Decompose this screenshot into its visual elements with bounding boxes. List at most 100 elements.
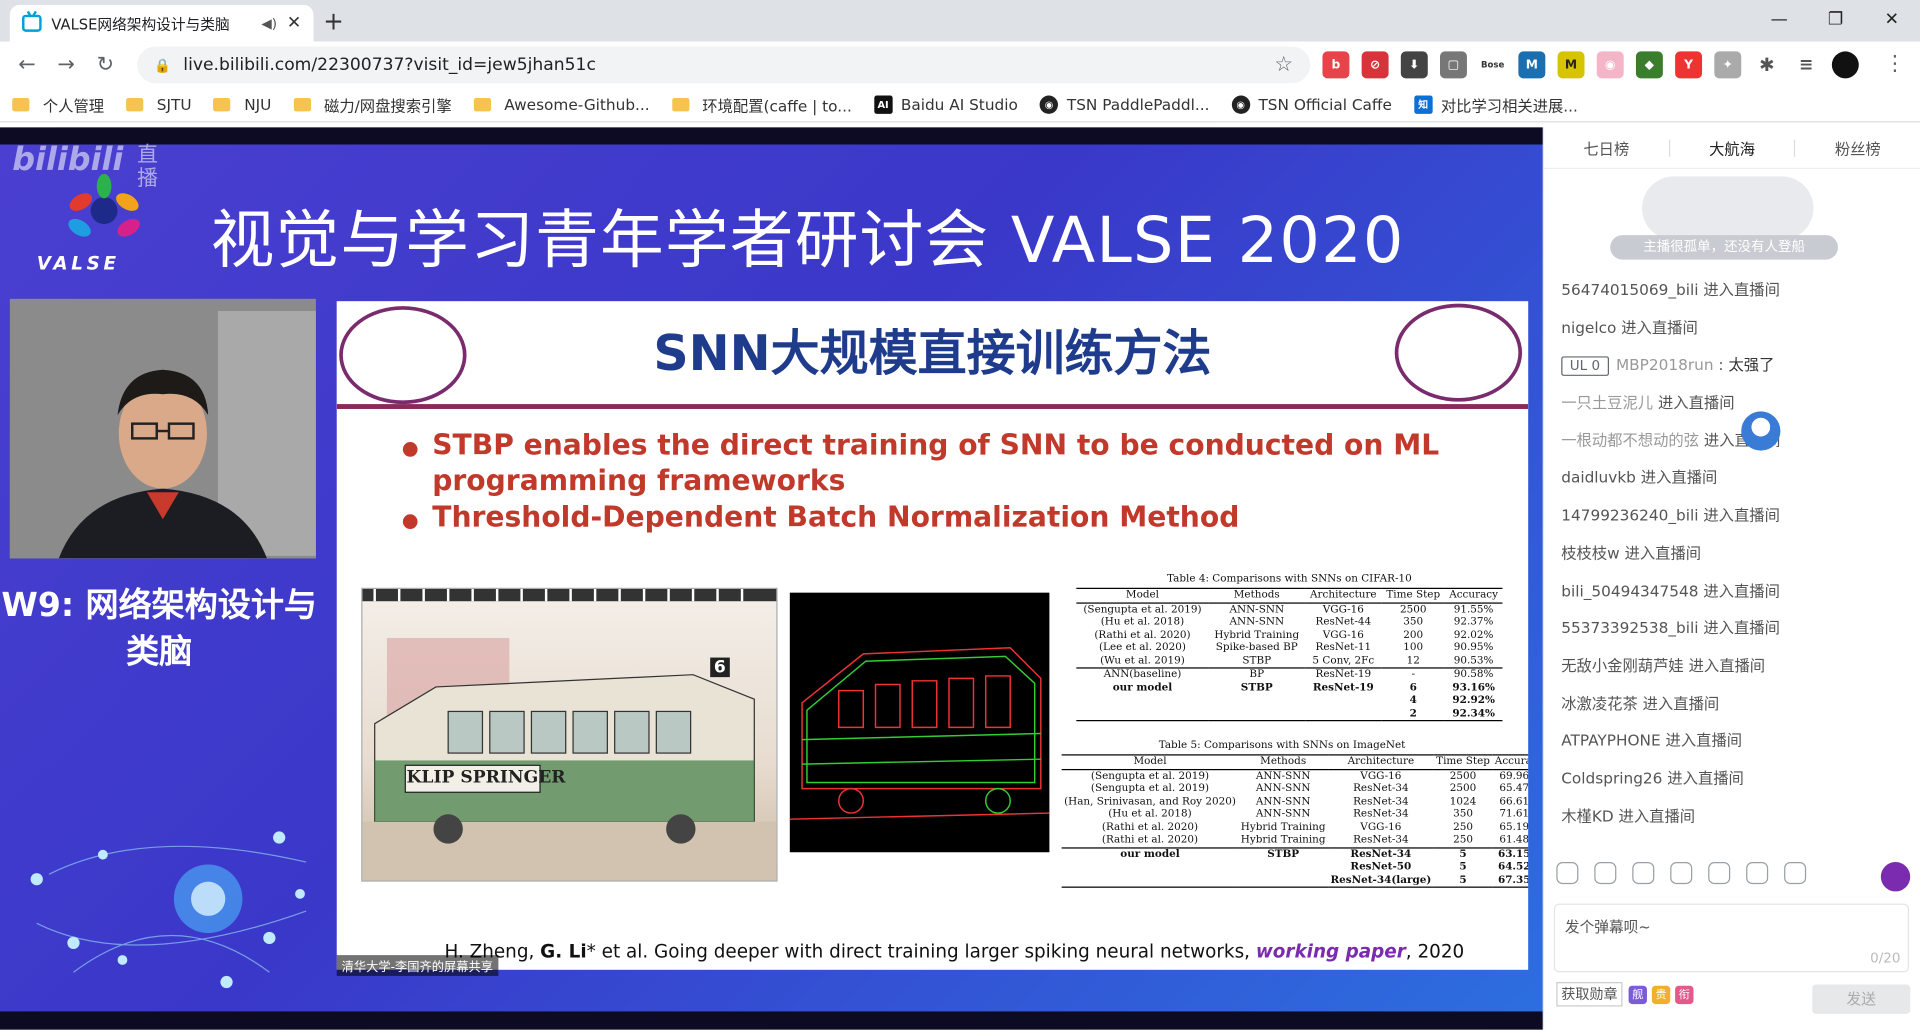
get-medal-button[interactable]: 获取勋章	[1556, 982, 1623, 1007]
adblock-ext-icon[interactable]: ⊘	[1361, 51, 1389, 79]
screen-share-icon[interactable]	[1708, 862, 1731, 885]
chat-user[interactable]: 冰激凌花茶	[1561, 694, 1638, 712]
chat-user[interactable]: 55373392538_bili	[1561, 619, 1698, 637]
bookmark-star-icon[interactable]: ☆	[1274, 53, 1293, 77]
table-row: (Wu et al. 2019) STBP 5 Conv, 2Fc 12 90.53%	[1076, 654, 1502, 667]
bilibili-ext-icon[interactable]: b	[1322, 51, 1350, 79]
tab-fans-rank[interactable]: 粉丝榜	[1796, 136, 1920, 159]
chat-user[interactable]: 一只土豆泥儿	[1561, 393, 1653, 411]
bookmark-link[interactable]: AI Baidu AI Studio	[873, 95, 1018, 114]
table-cell: Hybrid Training	[1240, 833, 1326, 847]
table-cell: ResNet-19	[1304, 667, 1382, 682]
forward-button[interactable]: →	[47, 53, 86, 77]
bookmark-folder[interactable]: 个人管理	[12, 93, 104, 116]
table-cell: ANN(baseline)	[1076, 667, 1209, 682]
table-header: Architecture	[1328, 754, 1434, 770]
user-level-badge: UL 0	[1561, 356, 1609, 377]
chat-user[interactable]: 无敌小金刚葫芦娃	[1561, 656, 1683, 674]
bullet-item: Threshold-Dependent Batch Normalization …	[400, 501, 1441, 537]
brain-graphic-icon	[30, 831, 307, 989]
profile-avatar[interactable]	[1831, 51, 1859, 79]
table-header: Architecture	[1304, 587, 1382, 604]
m2-ext-icon[interactable]: M	[1557, 51, 1585, 79]
chat-user[interactable]: nigelco	[1561, 318, 1616, 336]
extensions-icon[interactable]: ✱	[1753, 51, 1781, 79]
noble-medal-icon[interactable]: 贵	[1651, 985, 1671, 1004]
danmaku-input[interactable]: 发个弹幕呗~ 0/20	[1553, 903, 1909, 973]
restore-button[interactable]: ❐	[1807, 0, 1863, 39]
bookmark-link[interactable]: ◉ TSN Official Caffe	[1231, 95, 1392, 114]
new-tab-button[interactable]: +	[323, 5, 344, 37]
back-button[interactable]: ←	[7, 53, 46, 77]
chat-user[interactable]: 56474015069_bili	[1561, 280, 1698, 298]
download-ext-icon[interactable]: ⬇	[1400, 51, 1428, 79]
browser-tab[interactable]: VALSE网络架构设计与类脑 ◀) ✕	[9, 4, 314, 42]
table-header: Methods	[1238, 754, 1329, 770]
mascot-avatar-icon	[1741, 411, 1781, 451]
screen-icon[interactable]	[1670, 862, 1693, 885]
table-cell: 71.61%	[1499, 808, 1528, 821]
chat-user[interactable]: MBP2018run	[1616, 356, 1714, 374]
chat-user[interactable]: Coldspring26	[1561, 769, 1662, 787]
chat-bubble-icon[interactable]	[1880, 862, 1911, 892]
title-medal-icon[interactable]: 衔	[1675, 985, 1694, 1004]
sparkle-icon[interactable]	[1632, 862, 1655, 885]
bullet-item: STBP enables the direct training of SNN …	[400, 429, 1441, 500]
screen-edit-icon[interactable]	[1746, 862, 1769, 885]
minimize-button[interactable]: —	[1751, 0, 1807, 39]
table-cell: ResNet-19	[1312, 681, 1374, 694]
tab-ext-icon[interactable]: ✦	[1714, 51, 1742, 79]
address-bar[interactable]: 🔒 live.bilibili.com/22300737?visit_id=je…	[137, 46, 1311, 84]
bookmark-folder[interactable]: Awesome-Github...	[473, 96, 650, 114]
chat-user[interactable]: 枝枝枝w	[1561, 543, 1619, 561]
lock-icon[interactable]: 🔒	[154, 57, 171, 73]
bookmark-folder[interactable]: 磁力/网盘搜索引擎	[293, 93, 452, 116]
reload-button[interactable]: ↻	[86, 53, 125, 77]
bookmark-folder[interactable]: NJU	[213, 96, 271, 114]
table-cell: 91.55%	[1453, 603, 1494, 616]
pig-ext-icon[interactable]: ◉	[1596, 51, 1624, 79]
translate-ext-icon[interactable]: ▢	[1440, 51, 1467, 79]
bookmark-link[interactable]: 知对比学习相关进展...	[1413, 93, 1578, 116]
speaker-figure	[9, 298, 316, 559]
chat-message: 无敌小金刚葫芦娃 进入直播间	[1561, 648, 1920, 686]
lab-seal-icon	[1394, 303, 1523, 402]
bookmark-label: SJTU	[156, 95, 192, 114]
m-ext-icon[interactable]: M	[1518, 51, 1546, 79]
chat-user[interactable]: 14799236240_bili	[1561, 506, 1698, 524]
screen-settings-icon[interactable]	[1784, 862, 1807, 885]
speaker-icon[interactable]: ◀)	[261, 15, 277, 31]
live-video-player[interactable]: bilibili 直播 VALSE 视觉与学习青年学者研讨会 VALSE 202…	[0, 127, 1543, 1030]
close-tab-icon[interactable]: ✕	[287, 13, 301, 33]
table-cell: 92.34%	[1444, 707, 1503, 722]
tab-guard[interactable]: 大航海	[1670, 136, 1794, 159]
table-cell: BP	[1208, 667, 1305, 682]
chat-user[interactable]: 木槿KD	[1561, 806, 1613, 824]
chat-user[interactable]: bili_50494347548	[1561, 581, 1698, 599]
playlist-icon[interactable]: ≡	[1792, 51, 1820, 79]
y-ext-icon[interactable]: Y	[1675, 51, 1703, 79]
bookmark-link[interactable]: ◉ TSN PaddlePaddl...	[1039, 95, 1209, 114]
send-button[interactable]: 发送	[1812, 984, 1911, 1014]
chat-text: 进入直播间	[1657, 393, 1735, 412]
chat-user[interactable]: daidluvkb	[1561, 468, 1636, 486]
chat-message: 14799236240_bili 进入直播间	[1561, 497, 1920, 535]
table-cell: ResNet-34(large)	[1328, 873, 1434, 888]
chat-user[interactable]: 一根动都不想动的弦	[1561, 431, 1699, 449]
palette-icon[interactable]	[1594, 862, 1617, 885]
menu-kebab-icon[interactable]: ⋮	[1885, 51, 1906, 75]
puzzle-ext-icon[interactable]: ◆	[1635, 51, 1663, 79]
bose-ext-icon[interactable]: Bose	[1479, 51, 1507, 79]
zhihu-icon: 知	[1413, 95, 1433, 114]
table-cell: ResNet-34	[1353, 795, 1409, 808]
chat-user[interactable]: ATPAYPHONE	[1561, 731, 1660, 749]
bookmark-folder[interactable]: 环境配置(caffe | to...	[671, 93, 852, 116]
tab-title: VALSE网络架构设计与类脑	[51, 15, 230, 33]
url-text[interactable]: live.bilibili.com/22300737?visit_id=jew5…	[183, 55, 1274, 75]
bookmark-folder[interactable]: SJTU	[126, 95, 192, 114]
captain-medal-icon[interactable]: 舰	[1628, 985, 1647, 1004]
close-window-button[interactable]: ✕	[1864, 0, 1920, 39]
tab-weekly-rank[interactable]: 七日榜	[1544, 136, 1668, 159]
edge-map-drawing	[789, 647, 1050, 820]
emoji-icon[interactable]	[1556, 862, 1579, 885]
